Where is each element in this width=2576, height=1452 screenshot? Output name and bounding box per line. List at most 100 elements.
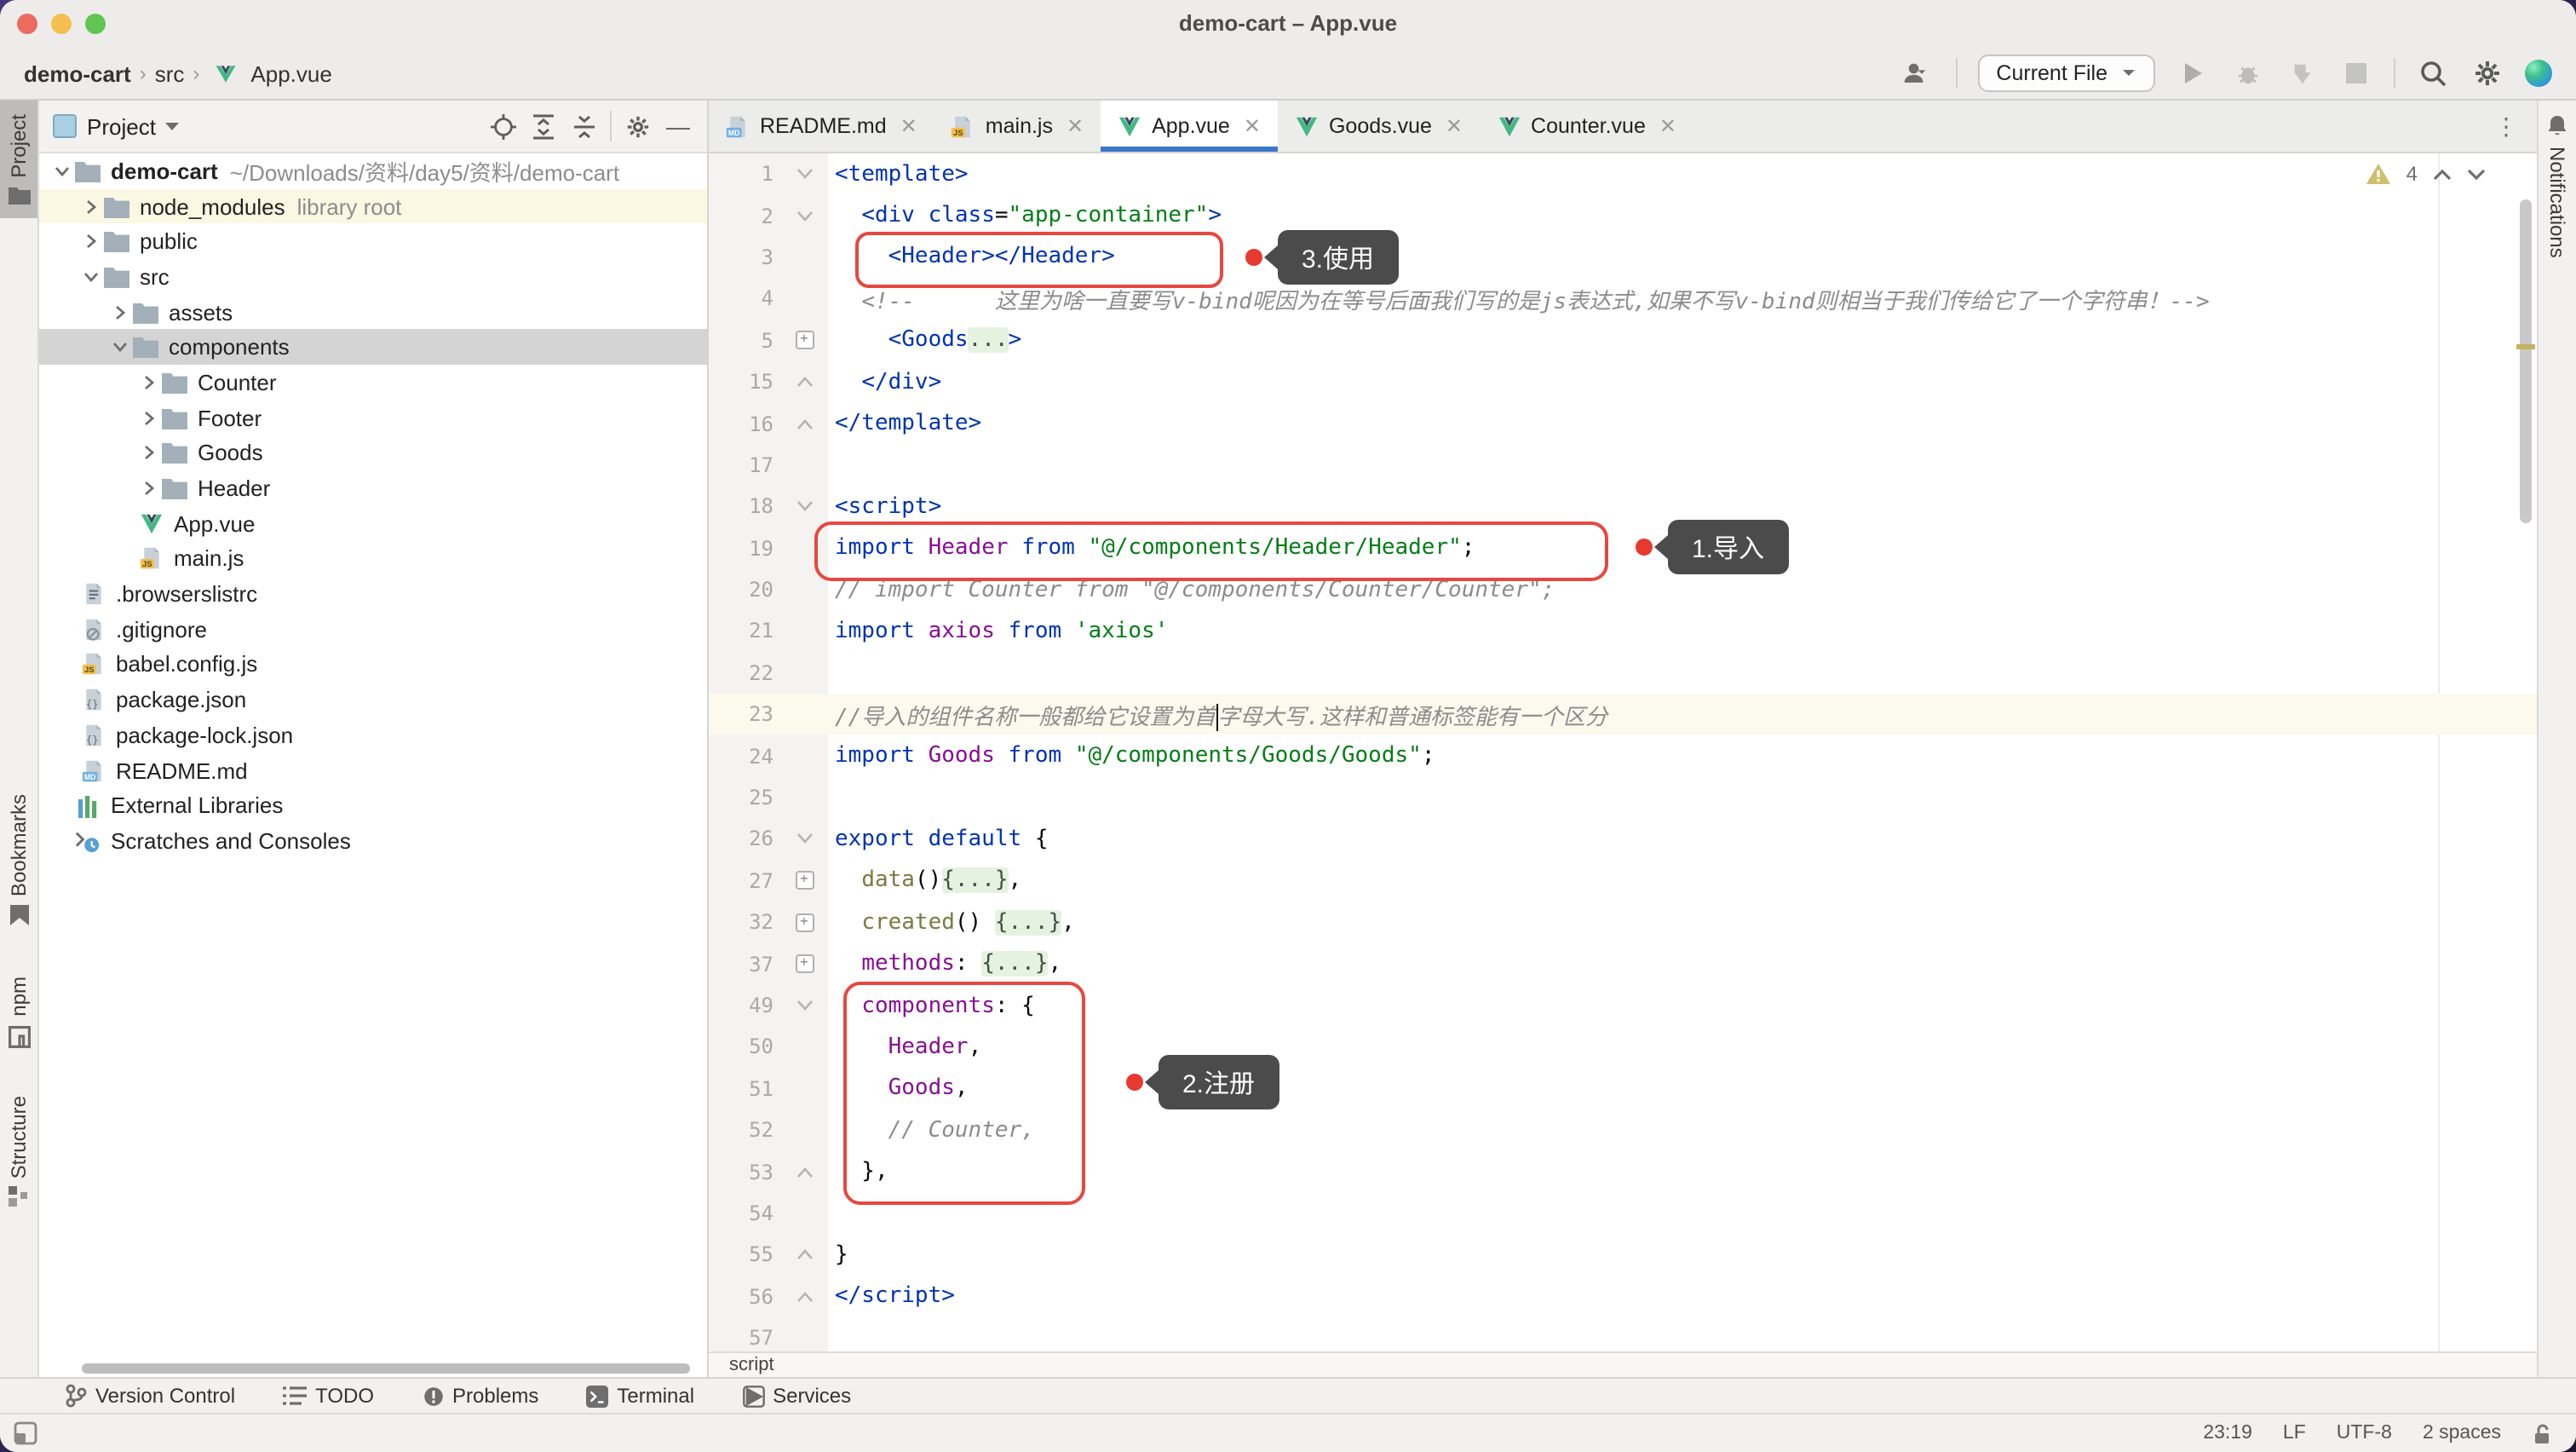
debug-button[interactable] <box>2230 56 2264 90</box>
prev-problem-icon[interactable] <box>2433 168 2452 180</box>
chevron-right-icon[interactable] <box>136 410 160 425</box>
chevron-down-icon[interactable] <box>107 340 131 355</box>
tree-item[interactable]: App.vue <box>39 506 707 541</box>
code-line[interactable]: 26export default { <box>709 819 2537 861</box>
code-line[interactable]: 2 <div class="app-container"> <box>709 195 2537 237</box>
tool-tab-bookmarks[interactable]: Bookmarks <box>0 781 37 940</box>
status-item[interactable]: UTF-8 <box>2337 1423 2392 1443</box>
editor-tab-main.js[interactable]: JSmain.js✕ <box>934 101 1101 152</box>
code-line[interactable]: 16</template> <box>709 403 2537 445</box>
tree-item[interactable]: Counter <box>39 365 707 400</box>
toolwindow-button-TODO[interactable]: TODO <box>283 1384 374 1408</box>
code-line[interactable]: 56</script> <box>709 1276 2537 1317</box>
select-opened-file-icon[interactable] <box>487 111 518 141</box>
code-line[interactable]: 32+ created() {...}, <box>709 902 2537 943</box>
tool-tab-notifications[interactable]: Notifications <box>2539 101 2576 272</box>
editor-tab-App.vue[interactable]: App.vue✕ <box>1101 101 1278 152</box>
code-line[interactable]: 55} <box>709 1234 2537 1276</box>
tool-tab-npm[interactable]: npm <box>0 964 37 1062</box>
breadcrumb-file[interactable]: App.vue <box>250 60 331 86</box>
status-item[interactable]: 2 spaces <box>2423 1423 2501 1443</box>
fold-marker-icon[interactable] <box>780 486 828 527</box>
tree-item[interactable]: components <box>39 330 707 365</box>
project-view-title[interactable]: Project <box>87 113 156 139</box>
stop-button[interactable] <box>2339 56 2373 90</box>
run-with-coverage-button[interactable] <box>2285 56 2319 90</box>
code-line[interactable]: 27+ data(){...}, <box>709 860 2537 902</box>
tree-item[interactable]: assets <box>39 295 707 330</box>
panel-settings-gear-icon[interactable] <box>622 111 653 141</box>
toolwindow-button-Version Control[interactable]: Version Control <box>65 1384 235 1408</box>
code-line[interactable]: 23//导入的组件名称一般都给它设置为首字母大写.这样和普通标签能有一个区分 <box>709 694 2537 735</box>
fold-marker-icon[interactable] <box>780 1234 828 1276</box>
expand-all-icon[interactable] <box>528 111 559 141</box>
tree-item[interactable]: JSmain.js <box>39 541 707 576</box>
editor-tab-Counter.vue[interactable]: Counter.vue✕ <box>1480 101 1693 152</box>
chevron-down-icon[interactable] <box>166 122 180 130</box>
editor-tab-Goods.vue[interactable]: Goods.vue✕ <box>1278 101 1480 152</box>
chevron-right-icon[interactable] <box>78 233 102 249</box>
run-configuration-select[interactable]: Current File <box>1977 55 2155 92</box>
chevron-down-icon[interactable] <box>78 269 102 285</box>
search-everywhere-icon[interactable] <box>2416 56 2450 90</box>
tree-item[interactable]: Header <box>39 470 707 505</box>
status-item[interactable]: 23:19 <box>2203 1423 2252 1443</box>
tree-item[interactable]: .gitignore <box>39 612 707 647</box>
tree-item[interactable]: Footer <box>39 400 707 435</box>
user-account-icon[interactable] <box>1900 56 1935 90</box>
code-line[interactable]: 25 <box>709 777 2537 819</box>
close-tab-icon[interactable]: ✕ <box>1446 114 1463 138</box>
fold-marker-icon[interactable] <box>780 153 828 195</box>
chevron-right-icon[interactable] <box>107 304 131 320</box>
tree-item[interactable]: External Libraries <box>39 788 707 823</box>
code-line[interactable]: 21import axios from 'axios' <box>709 611 2537 653</box>
tree-item[interactable]: src <box>39 259 707 294</box>
code-line[interactable]: 22 <box>709 652 2537 694</box>
fold-marker-icon[interactable]: + <box>780 902 828 943</box>
tree-item[interactable]: MDREADME.md <box>39 752 707 787</box>
code-line[interactable]: 37+ methods: {...}, <box>709 943 2537 985</box>
fold-marker-icon[interactable] <box>780 819 828 861</box>
toolwindow-switcher-icon[interactable] <box>14 1421 37 1445</box>
fold-marker-icon[interactable] <box>780 985 828 1027</box>
toolwindow-button-Services[interactable]: Services <box>742 1384 851 1408</box>
breadcrumb-project[interactable]: demo-cart <box>24 60 131 86</box>
scrollbar-warning-stripe[interactable] <box>2516 344 2535 349</box>
lock-icon[interactable] <box>2532 1422 2552 1444</box>
code-line[interactable]: 17 <box>709 444 2537 486</box>
tree-item[interactable]: {}package-lock.json <box>39 717 707 752</box>
close-tab-icon[interactable]: ✕ <box>1244 114 1261 138</box>
tree-item[interactable]: {}package.json <box>39 683 707 717</box>
fold-marker-icon[interactable] <box>780 1276 828 1317</box>
fold-marker-icon[interactable]: + <box>780 943 828 985</box>
tree-item[interactable]: .browserslistrc <box>39 577 707 612</box>
toolwindow-button-Problems[interactable]: Problems <box>422 1384 538 1408</box>
inspection-widget[interactable]: 4 <box>2367 162 2486 186</box>
settings-gear-icon[interactable] <box>2470 56 2504 90</box>
hide-panel-icon[interactable]: — <box>663 111 693 141</box>
code-line[interactable]: 24import Goods from "@/components/Goods/… <box>709 735 2537 777</box>
close-tab-icon[interactable]: ✕ <box>1659 114 1676 138</box>
tab-options-icon[interactable]: ⋮ <box>2494 101 2537 152</box>
tree-item[interactable]: public <box>39 224 707 259</box>
tree-item[interactable]: Scratches and Consoles <box>39 823 707 858</box>
code-line[interactable]: 1<template> <box>709 153 2537 195</box>
tree-item[interactable]: JSbabel.config.js <box>39 647 707 682</box>
fold-marker-icon[interactable]: + <box>780 320 828 361</box>
plugin-sphere-icon[interactable] <box>2525 60 2552 87</box>
fold-marker-icon[interactable] <box>780 195 828 237</box>
code-line[interactable]: 57 <box>709 1317 2537 1351</box>
chevron-right-icon[interactable] <box>136 375 160 390</box>
editor-vertical-scrollbar[interactable] <box>2520 199 2532 523</box>
tree-item[interactable]: Goods <box>39 435 707 470</box>
tool-tab-project[interactable]: Project <box>0 101 37 219</box>
breadcrumb-src[interactable]: src <box>155 60 185 86</box>
collapse-all-icon[interactable] <box>569 111 600 141</box>
editor-breadcrumb-script[interactable]: script <box>729 1355 774 1375</box>
close-tab-icon[interactable]: ✕ <box>1067 114 1084 138</box>
tool-tab-structure[interactable]: Structure <box>0 1081 37 1220</box>
chevron-right-icon[interactable] <box>136 481 160 496</box>
fold-marker-icon[interactable] <box>780 1151 828 1193</box>
chevron-right-icon[interactable] <box>136 446 160 461</box>
fold-marker-icon[interactable] <box>780 361 828 403</box>
